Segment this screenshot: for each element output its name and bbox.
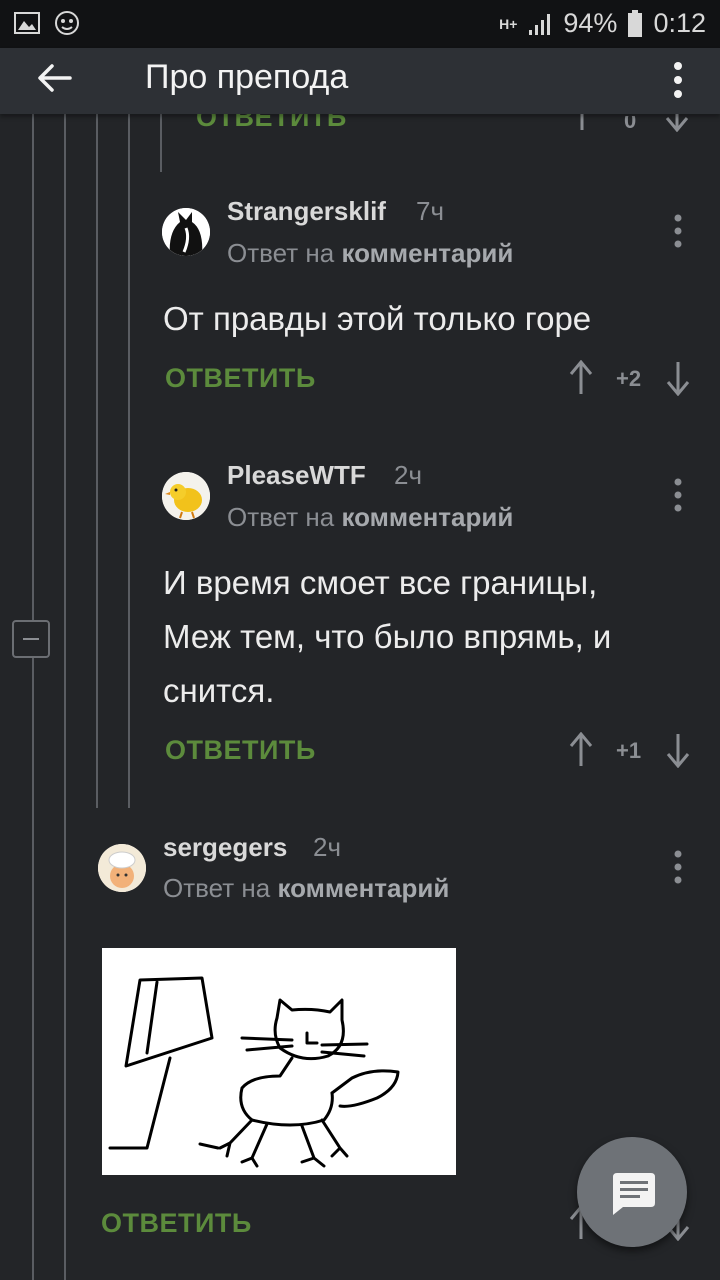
write-comment-button[interactable] [577,1137,687,1247]
comment-more-icon[interactable] [673,478,683,512]
reply-button[interactable]: ОТВЕТИТЬ [165,363,316,394]
reply-to-line: Ответ на комментарий [227,502,513,533]
comment-username[interactable]: sergegers [163,832,287,863]
thread-line [128,114,130,808]
comment-username[interactable]: PleaseWTF [227,460,366,491]
thread-line [64,114,66,1280]
avatar[interactable] [162,472,210,520]
status-bar: H+ 94% 0:12 [0,0,720,48]
reply-to-line: Ответ на комментарий [227,238,513,269]
comment-icon [613,1173,655,1215]
comment-score: +1 [616,738,642,763]
reply-prefix: Ответ на [163,873,271,903]
reply-target-link[interactable]: комментарий [277,873,449,903]
signal-icon [529,13,551,35]
image-notification-icon [14,12,40,34]
battery-icon [628,9,643,37]
reply-button[interactable]: ОТВЕТИТЬ [165,735,316,766]
reply-prefix: Ответ на [227,238,335,268]
network-type: H+ [499,15,518,32]
downvote-icon[interactable] [665,360,691,396]
avatar[interactable] [162,208,210,256]
thread-line [32,114,34,1280]
comment-more-icon[interactable] [673,850,683,884]
lamp-and-cat-drawing [108,976,400,1168]
comment-more-icon[interactable] [673,214,683,248]
reply-target-link[interactable]: комментарий [341,502,513,532]
comment-time: 7ч [416,196,445,226]
comment-image[interactable] [102,948,456,1175]
reply-to-line: Ответ на комментарий [163,873,449,904]
battery-percent: 94% [563,8,618,38]
avatar[interactable] [98,844,146,892]
comment-text-line: И время смоет все границы, [163,564,598,601]
comment-text-line: снится. [163,672,275,709]
upvote-icon[interactable] [568,732,594,768]
thread-line [160,114,162,172]
overflow-menu-icon[interactable] [666,60,690,100]
page-title: Про препода [145,58,349,96]
comment-time: 2ч [313,832,342,862]
downvote-icon[interactable] [665,732,691,768]
reply-button[interactable]: ОТВЕТИТЬ [101,1208,252,1239]
collapse-thread-button[interactable] [12,620,50,658]
back-arrow-icon[interactable] [32,58,80,98]
chef-avatar-icon [98,844,146,892]
clock: 0:12 [653,8,706,38]
thread-line [96,114,98,808]
comment-score: +2 [616,366,642,391]
reply-prefix: Ответ на [227,502,335,532]
app-bar: Про препода [0,48,720,114]
comment-time: 2ч [394,460,423,490]
black-cat-avatar-icon [162,208,210,256]
app-notification-icon [55,11,79,35]
upvote-icon[interactable] [568,360,594,396]
chick-avatar-icon [162,472,210,520]
comment-text-line: Меж тем, что было впрямь, и [163,618,612,655]
reply-target-link[interactable]: комментарий [341,238,513,268]
comment-username[interactable]: Strangersklif [227,196,386,227]
comment-text: И время смоет все границы, Меж тем, что … [163,556,611,718]
comment-text: От правды этой только горе [163,300,592,337]
